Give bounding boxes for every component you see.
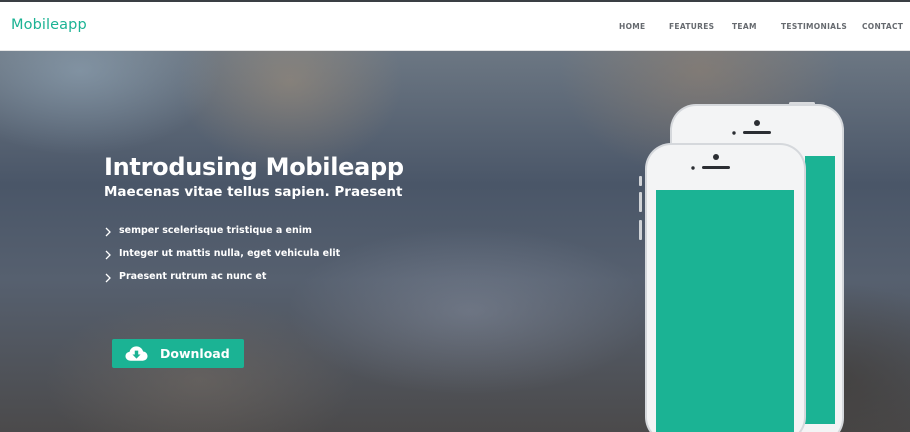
nav-item-contact[interactable]: CONTACT [862, 22, 903, 31]
nav-item-testimonials[interactable]: TESTIMONIALS [781, 22, 847, 31]
feature-text: Praesent rutrum ac nunc et [119, 271, 267, 282]
cloud-download-icon [125, 346, 148, 361]
navbar: Mobileapp HOME FEATURES TEAM TESTIMONIAL… [0, 2, 910, 51]
feature-text: semper scelerisque tristique a enim [119, 225, 312, 236]
phone-mockup-illustration [639, 102, 844, 432]
nav-item-team[interactable]: TEAM [732, 22, 757, 31]
hero-section: Introdusing Mobileapp Maecenas vitae tel… [0, 51, 910, 432]
download-button[interactable]: Download [112, 339, 244, 368]
chevron-right-icon [105, 250, 111, 260]
download-label: Download [160, 346, 230, 361]
nav-item-features[interactable]: FEATURES [669, 22, 714, 31]
brand-logo[interactable]: Mobileapp [11, 17, 87, 33]
chevron-right-icon [105, 227, 111, 237]
hero-title: Introdusing Mobileapp [104, 153, 404, 181]
phone-mockups [630, 96, 860, 432]
phone-front [639, 143, 806, 432]
nav-item-home[interactable]: HOME [619, 22, 645, 31]
chevron-right-icon [105, 273, 111, 283]
hero-subtitle: Maecenas vitae tellus sapien. Praesent [104, 184, 403, 200]
feature-text: Integer ut mattis nulla, eget vehicula e… [119, 248, 341, 259]
